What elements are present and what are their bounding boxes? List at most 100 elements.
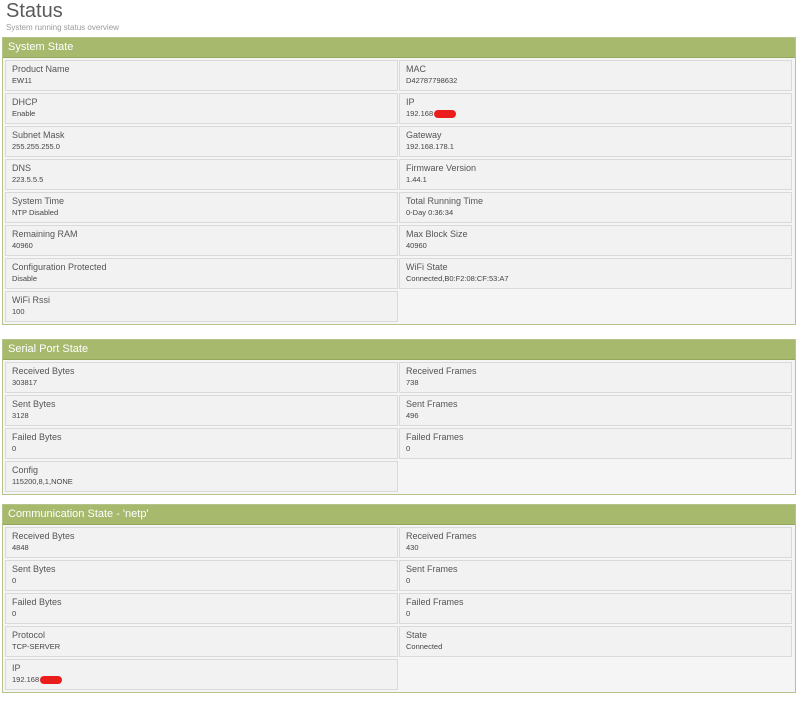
dns-field: DNS 223.5.5.5 xyxy=(5,159,398,190)
sent-frames-field: Sent Frames 0 xyxy=(399,560,792,591)
communication-state-panel: Communication State - 'netp' Received By… xyxy=(2,504,796,693)
field-value: 223.5.5.5 xyxy=(12,175,44,184)
field-value: 100 xyxy=(12,307,25,316)
failed-bytes-field: Failed Bytes 0 xyxy=(5,593,398,624)
field-label: WiFi Rssi xyxy=(12,295,50,305)
field-label: Sent Bytes xyxy=(12,399,56,409)
field-label: DHCP xyxy=(12,97,38,107)
field-value-wrap: 192.168 xyxy=(406,109,791,119)
field-value: 4848 xyxy=(12,543,29,552)
field-value: 115200,8,1,NONE xyxy=(12,477,73,486)
field-label: Received Bytes xyxy=(12,531,75,541)
page-header: Status System running status overview xyxy=(6,0,119,32)
protocol-field: Protocol TCP-SERVER xyxy=(5,626,398,657)
sent-bytes-field: Sent Bytes 3128 xyxy=(5,395,398,426)
field-label: IP xyxy=(406,97,415,107)
max-block-size-field: Max Block Size 40960 xyxy=(399,225,792,256)
subnet-mask-field: Subnet Mask 255.255.255.0 xyxy=(5,126,398,157)
failed-frames-field: Failed Frames 0 xyxy=(399,428,792,459)
field-value: 40960 xyxy=(406,241,427,250)
field-label: Remaining RAM xyxy=(12,229,78,239)
field-value: 496 xyxy=(406,411,419,420)
page-subtitle: System running status overview xyxy=(6,23,119,32)
serial-port-state-heading: Serial Port State xyxy=(3,340,795,360)
field-value: 0-Day 0:36:34 xyxy=(406,208,454,217)
field-value: 0 xyxy=(12,609,17,618)
product-name-field: Product Name EW11 xyxy=(5,60,398,91)
field-label: Config xyxy=(12,465,39,475)
remaining-ram-field: Remaining RAM 40960 xyxy=(5,225,398,256)
field-label: MAC xyxy=(406,64,426,74)
field-value: 430 xyxy=(406,543,419,552)
field-value: EW11 xyxy=(12,76,32,85)
field-label: State xyxy=(406,630,428,640)
system-time-field: System Time NTP Disabled xyxy=(5,192,398,223)
field-label: Protocol xyxy=(12,630,46,640)
field-label: Max Block Size xyxy=(406,229,468,239)
field-label: IP xyxy=(12,663,21,673)
sent-bytes-field: Sent Bytes 0 xyxy=(5,560,398,591)
serial-port-state-panel: Serial Port State Received Bytes 303817 … xyxy=(2,339,796,495)
config-field: Config 115200,8,1,NONE xyxy=(5,461,398,492)
field-label: System Time xyxy=(12,196,65,206)
field-value: TCP-SERVER xyxy=(12,642,61,651)
failed-frames-field: Failed Frames 0 xyxy=(399,593,792,624)
page-title: Status xyxy=(6,0,63,22)
received-bytes-field: Received Bytes 4848 xyxy=(5,527,398,558)
field-label: Received Frames xyxy=(406,531,477,541)
ip-value: 192.168 xyxy=(406,109,434,118)
gateway-field: Gateway 192.168.178.1 xyxy=(399,126,792,157)
field-value: Connected,B0:F2:08:CF:53:A7 xyxy=(406,274,509,283)
field-label: Failed Frames xyxy=(406,432,464,442)
field-value: 1.44.1 xyxy=(406,175,427,184)
field-value: D42787798632 xyxy=(406,76,458,85)
wifi-state-field: WiFi State Connected,B0:F2:08:CF:53:A7 xyxy=(399,258,792,289)
field-value-wrap: 192.168 xyxy=(12,675,397,685)
field-label: Sent Frames xyxy=(406,564,458,574)
field-label: Received Bytes xyxy=(12,366,75,376)
received-frames-field: Received Frames 430 xyxy=(399,527,792,558)
received-bytes-field: Received Bytes 303817 xyxy=(5,362,398,393)
field-label: Received Frames xyxy=(406,366,477,376)
firmware-version-field: Firmware Version 1.44.1 xyxy=(399,159,792,190)
ip-value: 192.168 xyxy=(12,675,40,684)
field-value: 303817 xyxy=(12,378,38,387)
field-label: Sent Bytes xyxy=(12,564,56,574)
field-label: DNS xyxy=(12,163,32,173)
field-value: 0 xyxy=(406,444,411,453)
field-label: Subnet Mask xyxy=(12,130,65,140)
field-label: Firmware Version xyxy=(406,163,477,173)
field-value: 0 xyxy=(12,576,17,585)
field-label: Total Running Time xyxy=(406,196,484,206)
received-frames-field: Received Frames 738 xyxy=(399,362,792,393)
field-value: 0 xyxy=(406,609,411,618)
sent-frames-field: Sent Frames 496 xyxy=(399,395,792,426)
field-value: Connected xyxy=(406,642,443,651)
field-label: Sent Frames xyxy=(406,399,458,409)
redaction-mark xyxy=(40,676,63,685)
field-value: 0 xyxy=(406,576,411,585)
field-value: Disable xyxy=(12,274,38,283)
ip-field: IP 192.168 xyxy=(399,93,792,124)
field-label: WiFi State xyxy=(406,262,448,272)
field-value: NTP Disabled xyxy=(12,208,59,217)
field-label: Failed Bytes xyxy=(12,597,62,607)
failed-bytes-field: Failed Bytes 0 xyxy=(5,428,398,459)
mac-field: MAC D42787798632 xyxy=(399,60,792,91)
system-state-heading: System State xyxy=(3,38,795,58)
field-value: 738 xyxy=(406,378,419,387)
wifi-rssi-field: WiFi Rssi 100 xyxy=(5,291,398,322)
field-label: Gateway xyxy=(406,130,442,140)
field-label: Product Name xyxy=(12,64,70,74)
field-value: 255.255.255.0 xyxy=(12,142,60,151)
communication-state-heading: Communication State - 'netp' xyxy=(3,505,795,525)
field-value: Enable xyxy=(12,109,36,118)
field-value: 192.168.178.1 xyxy=(406,142,454,151)
total-running-time-field: Total Running Time 0-Day 0:36:34 xyxy=(399,192,792,223)
system-state-panel: System State Product Name EW11 MAC D4278… xyxy=(2,37,796,325)
field-value: 3128 xyxy=(12,411,29,420)
field-label: Failed Bytes xyxy=(12,432,62,442)
field-label: Configuration Protected xyxy=(12,262,107,272)
ip-field: IP 192.168 xyxy=(5,659,398,690)
field-label: Failed Frames xyxy=(406,597,464,607)
